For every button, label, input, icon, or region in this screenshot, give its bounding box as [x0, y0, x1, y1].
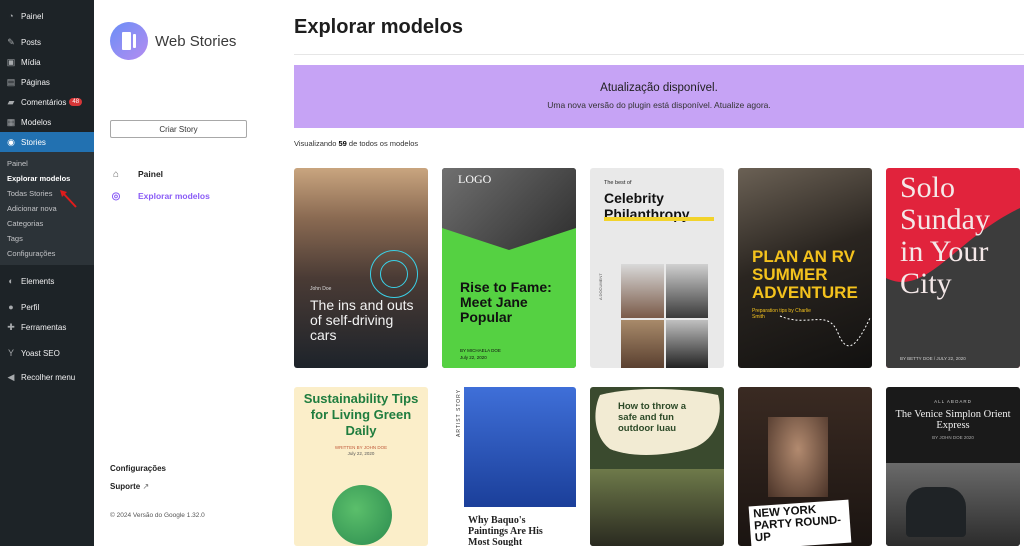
- card-logo: LOGO: [458, 172, 492, 186]
- compass-icon: ◎: [111, 190, 121, 202]
- card-side-text: A DOCUMENT: [598, 273, 603, 300]
- painting-image: [464, 387, 576, 507]
- sub-categorias[interactable]: Categorias: [0, 216, 94, 231]
- target-ring: [380, 260, 408, 288]
- ws-nav-explorar-modelos[interactable]: ◎ Explorar modelos: [110, 190, 210, 202]
- template-card[interactable]: Sustainability Tips for Living Green Dai…: [294, 387, 428, 546]
- home-icon: ⌂: [112, 168, 120, 180]
- template-card[interactable]: John Doe The ins and outs of self-drivin…: [294, 168, 428, 368]
- person-photo: [666, 320, 708, 368]
- main-content: Explorar modelos Atualização disponível.…: [268, 0, 1024, 546]
- ws-nav-configuracoes[interactable]: Configurações: [110, 464, 166, 473]
- web-stories-logo[interactable]: Web Stories: [110, 22, 236, 60]
- party-photo: [590, 469, 724, 546]
- template-card[interactable]: Solo Sunday in Your City BY BETTY DOE / …: [886, 168, 1020, 368]
- version-footer: © 2024 Versão do Google 1.32.0: [110, 512, 205, 519]
- route-line: [779, 315, 871, 347]
- template-card[interactable]: The best of Celebrity Philanthropy A DOC…: [590, 168, 724, 368]
- card-title: NEW YORK PARTY ROUND-UP: [752, 503, 842, 545]
- card-title: Sustainability Tips for Living Green Dai…: [303, 391, 419, 438]
- wp-menu-recolher[interactable]: ◀ Recolher menu: [0, 367, 94, 387]
- wp-menu-ferramentas[interactable]: ✚ Ferramentas: [0, 317, 94, 337]
- crowd-photo: [768, 417, 828, 497]
- comments-badge: 48: [69, 98, 83, 106]
- card-byline: John Doe: [310, 286, 332, 292]
- card-byline: BY MICHAELA DOE: [460, 348, 501, 353]
- wp-menu-comentarios[interactable]: ▰ Comentários 48: [0, 92, 94, 112]
- yoast-icon: Y: [7, 348, 14, 358]
- external-link-icon: ↗: [142, 482, 150, 491]
- person-photo: [621, 264, 664, 318]
- wp-menu-painel[interactable]: ◔ Painel: [0, 6, 94, 26]
- sub-painel[interactable]: Painel: [0, 156, 94, 171]
- ws-nav-suporte[interactable]: Suporte ↗: [110, 482, 149, 491]
- wp-menu-modelos[interactable]: ▦ Modelos: [0, 112, 94, 132]
- ws-nav-painel[interactable]: ⌂ Painel: [110, 168, 163, 180]
- card-kicker: The best of: [604, 180, 632, 186]
- person-photo: [666, 264, 708, 318]
- wp-admin-menu: ◔ Painel ✎ Posts ▣ Mídia ▤ Páginas ▰ Comentár…: [0, 0, 94, 546]
- card-title: The Venice Simplon Orient Express: [895, 409, 1011, 431]
- divider: [294, 54, 1024, 55]
- sub-tags[interactable]: Tags: [0, 231, 94, 246]
- page-title: Explorar modelos: [294, 16, 463, 38]
- banner-title: Atualização disponível.: [600, 82, 718, 94]
- wrench-icon: ✚: [7, 321, 15, 332]
- media-icon: ▣: [6, 56, 16, 67]
- pin-icon: ✎: [7, 36, 15, 47]
- update-banner: Atualização disponível. Uma nova versão …: [294, 65, 1024, 128]
- wp-menu-yoast[interactable]: Y Yoast SEO: [0, 343, 94, 363]
- card-title: How to throw a safe and fun outdoor luau: [618, 401, 687, 434]
- person-photo: [621, 320, 664, 368]
- stories-icon: ◉: [7, 136, 15, 147]
- create-story-button[interactable]: Criar Story: [110, 120, 247, 138]
- wp-menu-elements[interactable]: ◐ Elements: [0, 271, 94, 291]
- banner-text[interactable]: Uma nova versão do plugin está disponíve…: [294, 100, 1024, 110]
- locomotive-shape: [906, 487, 966, 537]
- pages-icon: ▤: [6, 76, 16, 87]
- card-byline: WRITTEN BY JOHN DOE: [334, 445, 388, 450]
- card-title: Solo Sunday in Your City: [900, 171, 990, 300]
- card-title: Why Baquo's Paintings Are His Most Sough…: [468, 515, 543, 546]
- sub-explorar-modelos[interactable]: Explorar modelos: [0, 171, 94, 186]
- comments-icon: ▰: [7, 96, 15, 107]
- card-date: July 22, 2020: [460, 355, 487, 360]
- templates-icon: ▦: [6, 116, 16, 127]
- template-card[interactable]: ARTIST STORY Why Baquo's Paintings Are H…: [442, 387, 576, 546]
- dashboard-icon: ◔: [8, 11, 14, 21]
- template-card[interactable]: NEW YORK PARTY ROUND-UP: [738, 387, 872, 546]
- template-card[interactable]: How to throw a safe and fun outdoor luau: [590, 387, 724, 546]
- wp-menu-posts[interactable]: ✎ Posts: [0, 32, 94, 52]
- card-title: The ins and outs of self-driving cars: [310, 297, 414, 343]
- card-kicker: ALL ABOARD: [934, 399, 972, 404]
- results-count: Visualizando 59 de todos os modelos: [294, 139, 419, 148]
- wp-menu-paginas[interactable]: ▤ Páginas: [0, 72, 94, 92]
- template-card[interactable]: ALL ABOARD The Venice Simplon Orient Exp…: [886, 387, 1020, 546]
- elements-icon: ◐: [8, 276, 14, 286]
- sub-configuracoes[interactable]: Configurações: [0, 246, 94, 261]
- highlight-bar: [604, 217, 714, 221]
- wp-menu-perfil[interactable]: ● Perfil: [0, 297, 94, 317]
- template-card[interactable]: LOGO Rise to Fame: Meet Jane Popular BY …: [442, 168, 576, 368]
- web-stories-nav: Web Stories Criar Story ⌂ Painel ◎ Explora…: [94, 0, 268, 546]
- red-arrow-annotation: [60, 190, 77, 208]
- wp-menu-stories[interactable]: ◉ Stories: [0, 132, 94, 152]
- card-byline: BY JOHN DOE 2020: [932, 435, 974, 440]
- card-side-text: ARTIST STORY: [456, 388, 462, 437]
- wp-menu-midia[interactable]: ▣ Mídia: [0, 52, 94, 72]
- collapse-icon: ◀: [7, 371, 15, 382]
- globe-illustration: [332, 485, 392, 545]
- template-card[interactable]: PLAN AN RV SUMMER ADVENTURE Preparation …: [738, 168, 872, 368]
- user-icon: ●: [8, 302, 14, 312]
- card-byline: BY BETTY DOE / JULY 22, 2020: [900, 356, 966, 361]
- card-title: Rise to Fame: Meet Jane Popular: [460, 279, 552, 325]
- card-date: July 22, 2020: [347, 451, 375, 456]
- web-stories-logo-icon: [110, 22, 148, 60]
